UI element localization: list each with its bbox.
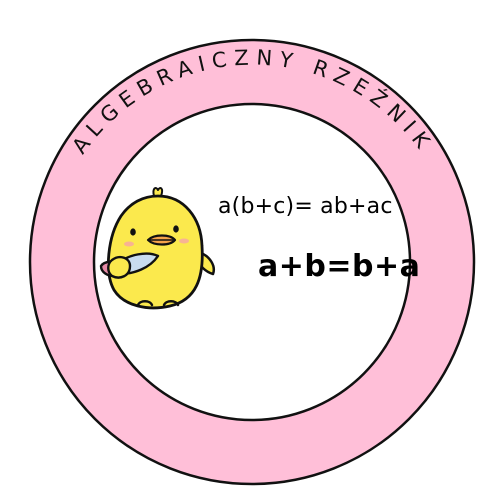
badge-graphic: ALGEBRAICZNY RZEŹNIK <box>28 38 476 486</box>
formula-distributive: a(b+c)= ab+ac <box>218 194 393 219</box>
badge-canvas: ALGEBRAICZNY RZEŹNIK a(b+c)= ab+ac a+b=b… <box>0 0 500 500</box>
formula-commutative: a+b=b+a <box>258 249 421 284</box>
